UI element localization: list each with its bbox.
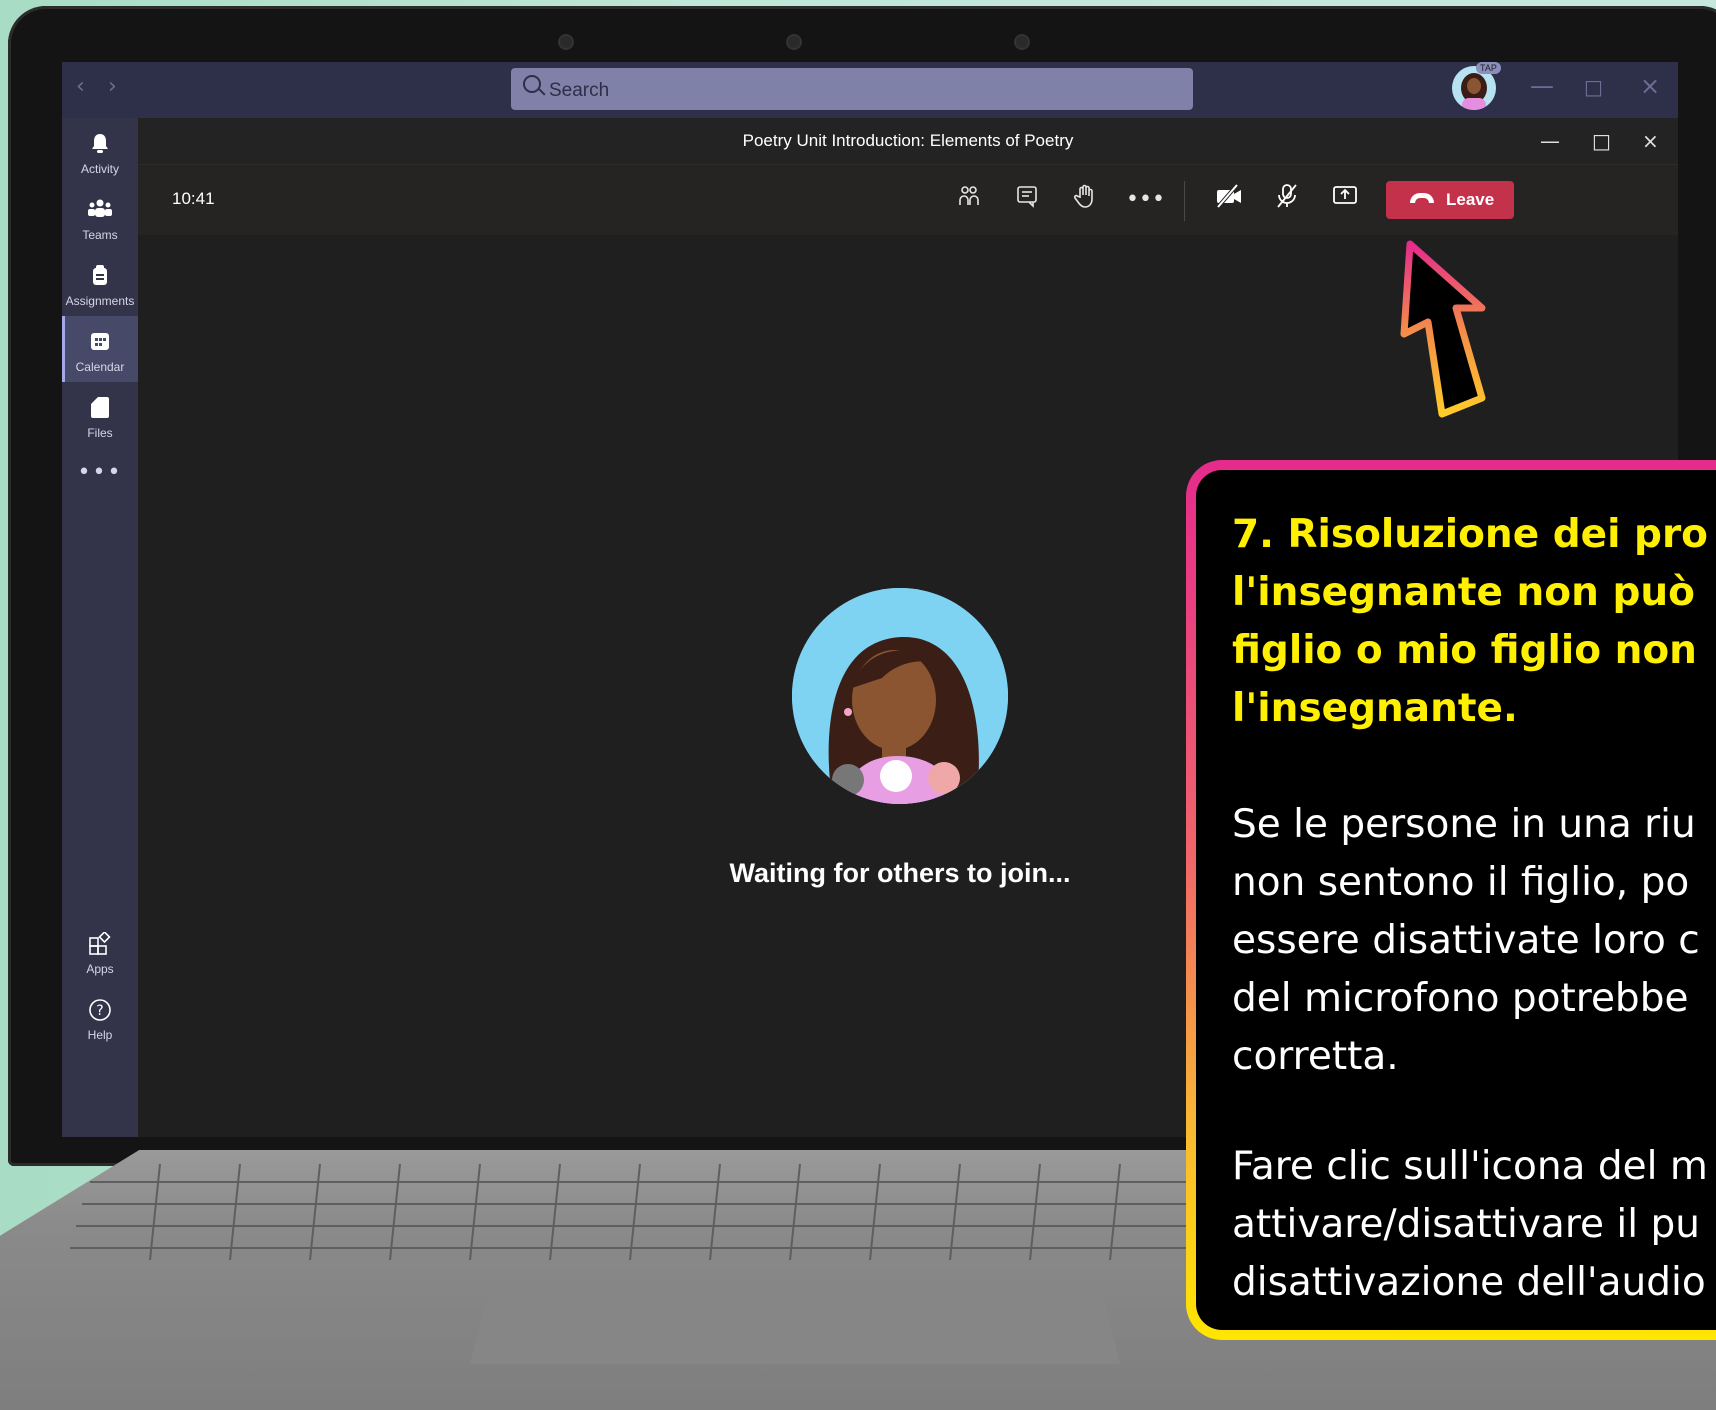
sidebar-item-files[interactable]: Files bbox=[62, 382, 138, 448]
search-placeholder: Search bbox=[549, 80, 610, 101]
hang-up-icon bbox=[1410, 193, 1434, 203]
teams-icon bbox=[62, 198, 138, 220]
share-screen-icon[interactable] bbox=[1328, 183, 1362, 217]
sidebar-item-calendar[interactable]: Calendar bbox=[62, 316, 138, 382]
waiting-message: Waiting for others to join... bbox=[729, 858, 1071, 888]
sidebar-item-label: Assignments bbox=[65, 294, 135, 308]
sidebar-item-label: Activity bbox=[80, 162, 119, 176]
left-rail: Activity Teams Assignments Calendar File… bbox=[62, 118, 138, 1137]
more-options-icon[interactable]: ••• bbox=[1126, 183, 1165, 217]
trackpad bbox=[470, 1286, 1120, 1364]
meeting-minimize-icon[interactable]: — bbox=[1540, 118, 1560, 164]
back-arrow-icon[interactable]: ‹ bbox=[76, 74, 85, 99]
apps-icon bbox=[62, 930, 138, 955]
search-icon bbox=[523, 75, 541, 93]
camera-lens bbox=[788, 36, 800, 48]
chat-icon[interactable] bbox=[1010, 183, 1044, 217]
sidebar-item-label: Calendar bbox=[75, 360, 125, 374]
camera-off-icon[interactable] bbox=[1212, 183, 1246, 217]
meeting-toolbar: 10:41 ••• Leave bbox=[138, 165, 1678, 235]
svg-text:?: ? bbox=[96, 1003, 103, 1019]
sidebar-item-assignments[interactable]: Assignments bbox=[62, 250, 138, 316]
camera-dot bbox=[1016, 36, 1028, 48]
microphone-muted-icon[interactable] bbox=[1270, 183, 1304, 217]
callout-title: 7. Risoluzione dei pro l'insegnante non … bbox=[1232, 512, 1708, 731]
meeting-maximize-icon[interactable]: □ bbox=[1592, 118, 1611, 164]
avatar-badge: TAP bbox=[1476, 62, 1501, 74]
leave-button[interactable]: Leave bbox=[1386, 181, 1514, 219]
close-icon[interactable]: × bbox=[1640, 72, 1660, 100]
app-titlebar: ‹ › Search TAP — □ × bbox=[62, 62, 1678, 118]
calendar-icon bbox=[62, 330, 138, 352]
callout-box: 7. Risoluzione dei pro l'insegnante non … bbox=[1186, 460, 1716, 1340]
more-apps-icon[interactable]: ••• bbox=[62, 460, 138, 485]
callout-paragraph-2: Fare clic sull'icona del m attivare/disa… bbox=[1232, 1144, 1708, 1305]
camera-dot bbox=[560, 36, 572, 48]
participant-avatar bbox=[792, 588, 1008, 804]
sidebar-item-label: Teams bbox=[82, 228, 118, 242]
raise-hand-icon[interactable] bbox=[1068, 183, 1102, 217]
sidebar-item-apps[interactable]: Apps bbox=[62, 918, 138, 984]
meeting-title: Poetry Unit Introduction: Elements of Po… bbox=[138, 118, 1678, 165]
keyboard bbox=[70, 1163, 1250, 1261]
sidebar-item-teams[interactable]: Teams bbox=[62, 184, 138, 250]
sidebar-item-label: Apps bbox=[86, 962, 114, 976]
assignments-icon bbox=[62, 264, 138, 286]
sidebar-item-help[interactable]: ? Help bbox=[62, 984, 138, 1050]
bell-icon bbox=[62, 132, 138, 154]
maximize-icon[interactable]: □ bbox=[1584, 75, 1603, 99]
meeting-clock: 10:41 bbox=[172, 189, 215, 208]
pointer-arrow-icon bbox=[1400, 240, 1486, 418]
forward-arrow-icon[interactable]: › bbox=[108, 74, 117, 99]
sidebar-item-activity[interactable]: Activity bbox=[62, 118, 138, 184]
callout-paragraph-1: Se le persone in una riu non sentono il … bbox=[1232, 802, 1700, 1079]
leave-button-label: Leave bbox=[1446, 190, 1495, 209]
help-icon: ? bbox=[62, 998, 138, 1021]
sidebar-item-label: Files bbox=[87, 426, 113, 440]
file-icon bbox=[62, 396, 138, 418]
search-input[interactable]: Search bbox=[511, 68, 1193, 110]
participants-icon[interactable] bbox=[952, 183, 986, 217]
sidebar-item-label: Help bbox=[87, 1028, 113, 1042]
meeting-close-icon[interactable]: × bbox=[1642, 118, 1659, 164]
toolbar-divider bbox=[1184, 181, 1185, 221]
minimize-icon[interactable]: — bbox=[1530, 72, 1554, 100]
